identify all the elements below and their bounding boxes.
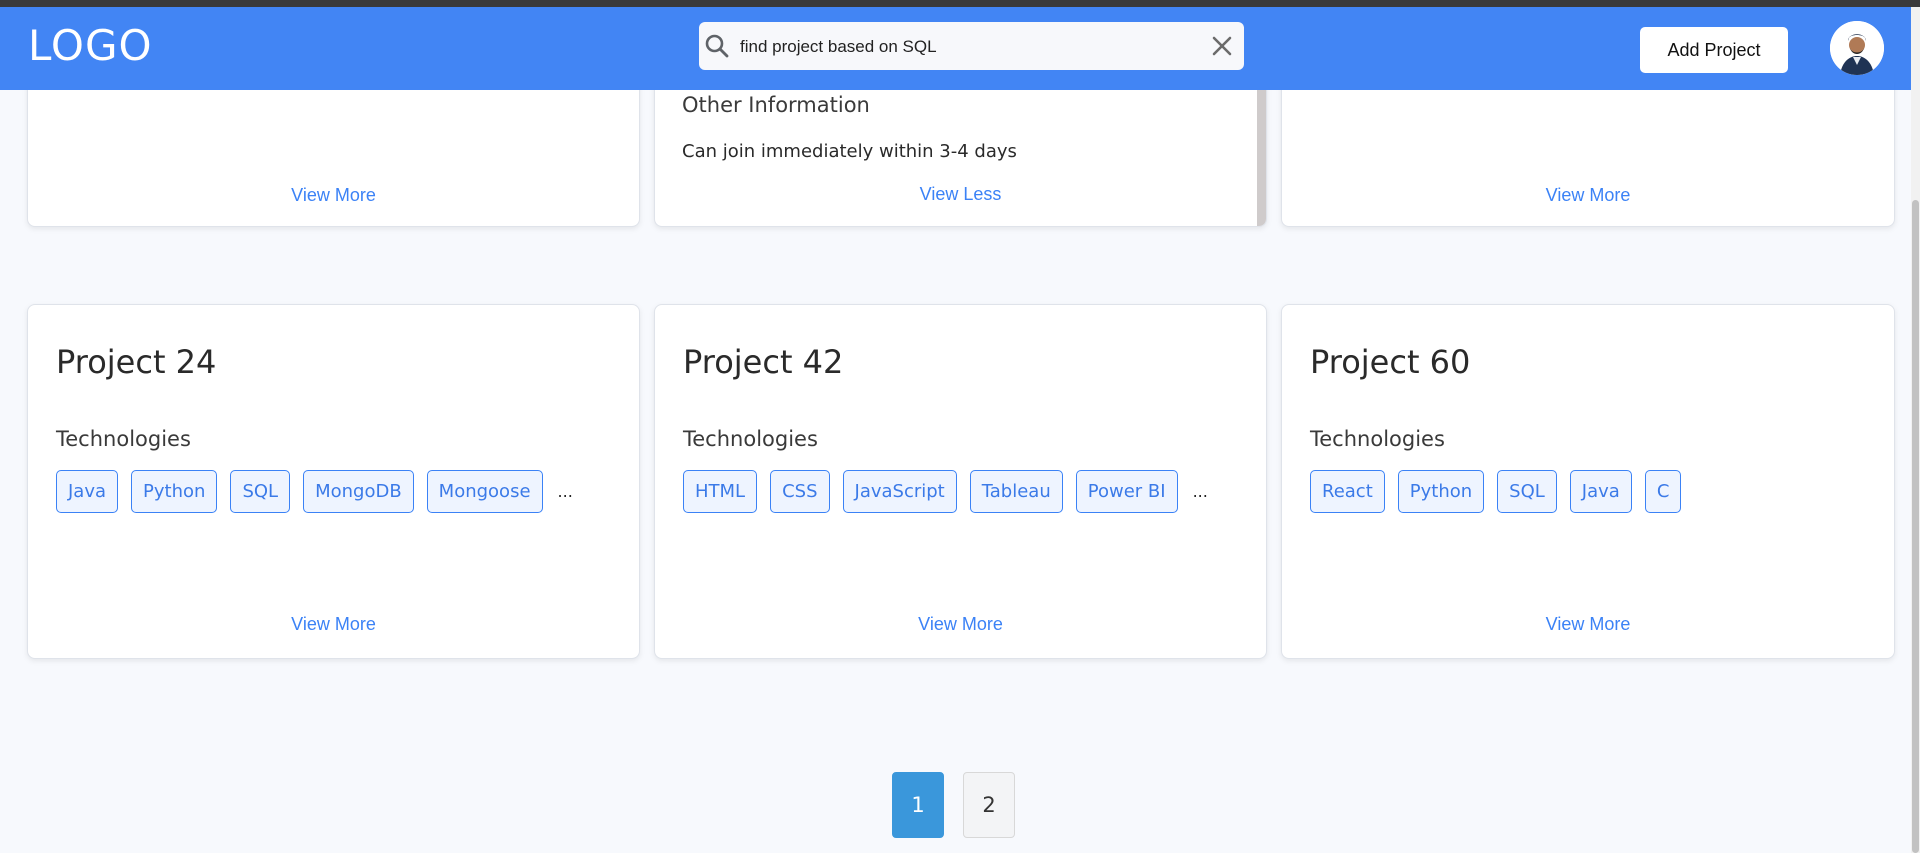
view-more-link[interactable]: View More (28, 185, 639, 206)
close-icon[interactable] (1210, 34, 1234, 58)
project-card: Project 24 Technologies Java Python SQL … (27, 304, 640, 659)
search-input[interactable] (740, 35, 1200, 59)
project-card: Project 60 Technologies React Python SQL… (1281, 304, 1895, 659)
pagination: 1 2 (892, 772, 1015, 838)
project-card: Project 42 Technologies HTML CSS JavaScr… (654, 304, 1267, 659)
tech-tags: HTML CSS JavaScript Tableau Power BI ... (683, 470, 1208, 513)
tech-tag: Mongoose (426, 470, 543, 513)
add-project-button[interactable]: Add Project (1640, 27, 1788, 73)
technologies-label: Technologies (683, 427, 818, 451)
logo[interactable]: LOGO (28, 21, 153, 70)
view-less-link[interactable]: View Less (655, 184, 1266, 205)
tech-tag: Python (131, 470, 218, 513)
project-title: Project 42 (683, 343, 844, 381)
page-button-2[interactable]: 2 (963, 772, 1015, 838)
tech-tag: CSS (770, 470, 830, 513)
technologies-label: Technologies (56, 427, 191, 451)
tech-tag: Java (56, 470, 119, 513)
tech-tag: React (1310, 470, 1385, 513)
project-title: Project 24 (56, 343, 217, 381)
page-scrollbar-thumb[interactable] (1912, 200, 1919, 853)
tech-tag: Java (1569, 470, 1632, 513)
tech-tag: SQL (1497, 470, 1557, 513)
more-tags-ellipsis: ... (557, 482, 573, 501)
view-more-link[interactable]: View More (655, 614, 1266, 635)
view-more-link[interactable]: View More (28, 614, 639, 635)
app-header: LOGO Add Project (0, 7, 1911, 90)
tech-tag: Power BI (1075, 470, 1178, 513)
tech-tags: React Python SQL Java C (1310, 470, 1682, 513)
technologies-label: Technologies (1310, 427, 1445, 451)
tech-tag: SQL (230, 470, 291, 513)
tech-tag: Tableau (969, 470, 1063, 513)
tech-tag: HTML (683, 470, 758, 513)
tech-tag: C (1644, 470, 1682, 513)
project-title: Project 60 (1310, 343, 1471, 381)
page-button-1[interactable]: 1 (892, 772, 944, 838)
more-tags-ellipsis: ... (1192, 482, 1208, 501)
other-info-heading: Other Information (682, 93, 870, 117)
tech-tag: Python (1397, 470, 1485, 513)
other-info-text: Can join immediately within 3-4 days (682, 141, 1017, 162)
browser-top-strip (0, 0, 1920, 7)
tech-tag: JavaScript (842, 470, 957, 513)
avatar-picture (1830, 21, 1884, 75)
tech-tags: Java Python SQL MongoDB Mongoose ... (56, 470, 573, 513)
avatar[interactable] (1830, 21, 1884, 75)
search-icon (705, 34, 729, 58)
view-more-link[interactable]: View More (1282, 614, 1894, 635)
tech-tag: MongoDB (303, 470, 414, 513)
view-more-link[interactable]: View More (1282, 185, 1894, 206)
